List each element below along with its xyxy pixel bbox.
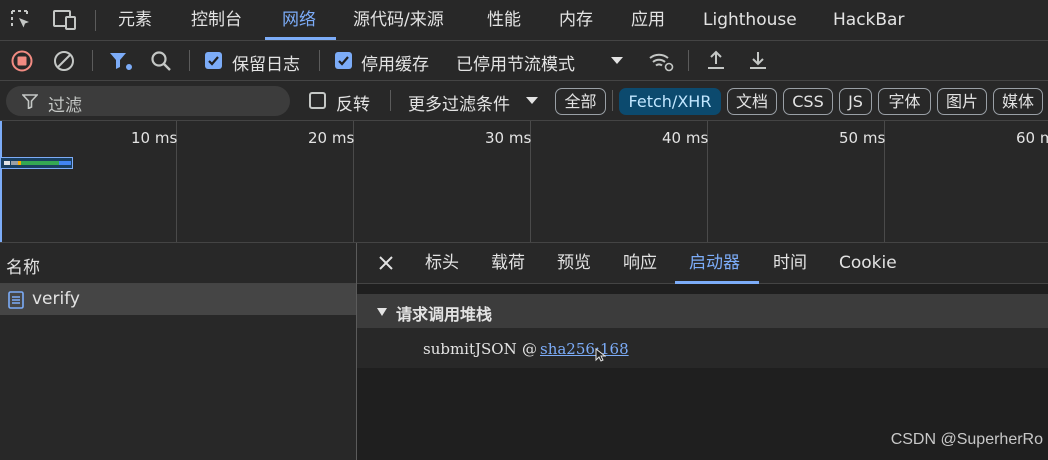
disable-cache-checkbox[interactable] [335, 52, 352, 69]
timeline-tick-label: 10 ms [131, 129, 178, 147]
more-filters-dropdown[interactable]: 更多过滤条件 [408, 90, 510, 115]
name-column-header[interactable]: 名称 [6, 253, 40, 278]
request-detail-pane: 标头 载荷 预览 响应 启动器 时间 Cookie 请求调用堆栈 submitJ… [357, 243, 1048, 460]
stack-at: @ [522, 340, 537, 358]
network-overview-timeline[interactable]: 10 ms 20 ms 30 ms 40 ms 50 ms 60 ms [0, 121, 1048, 242]
tab-performance[interactable]: 性能 [487, 0, 521, 40]
filter-bar: 过滤 反转 更多过滤条件 全部 Fetch/XHR 文档 CSS JS 字体 图… [0, 81, 1048, 121]
inspect-element-icon[interactable] [10, 9, 32, 31]
clear-icon[interactable] [53, 50, 75, 72]
toolbar-separator [319, 50, 320, 71]
timeline-request-bar [0, 157, 73, 169]
tab-network[interactable]: 网络 [282, 0, 316, 40]
timeline-tick-label: 20 ms [308, 129, 355, 147]
tab-console[interactable]: 控制台 [191, 0, 242, 40]
stack-source-link[interactable]: sha256:168 [540, 340, 629, 358]
devtools-main-tabbar: 元素 控制台 网络 源代码/来源 性能 内存 应用 Lighthouse Hac… [0, 0, 1048, 40]
toolbar-separator [189, 50, 190, 71]
document-icon [8, 291, 24, 309]
preserve-log-label: 保留日志 [232, 55, 300, 75]
request-list-pane: 名称 verify [0, 243, 356, 460]
export-har-icon[interactable] [747, 49, 769, 71]
bar-segment-waiting [21, 161, 59, 165]
bar-segment-stalled [11, 161, 18, 165]
chip-css[interactable]: CSS [783, 88, 833, 115]
disable-cache-label: 停用缓存 [361, 55, 429, 75]
toolbar-separator [92, 50, 93, 71]
filter-separator [612, 90, 613, 111]
watermark: CSDN @SuperherRo [890, 431, 1043, 448]
section-title: 请求调用堆栈 [396, 305, 493, 324]
tab-sources[interactable]: 源代码/来源 [353, 0, 444, 40]
record-stop-icon[interactable] [11, 50, 33, 72]
tab-headers[interactable]: 标头 [425, 243, 459, 283]
tab-cookies[interactable]: Cookie [839, 243, 897, 283]
filter-input[interactable]: 过滤 [6, 86, 290, 116]
search-icon[interactable] [150, 50, 172, 72]
filter-separator [390, 90, 391, 111]
bar-segment-queue [4, 161, 10, 165]
close-icon[interactable] [378, 255, 394, 271]
chip-doc[interactable]: 文档 [727, 88, 777, 115]
filter-funnel-icon [22, 94, 38, 109]
tab-timing[interactable]: 时间 [773, 243, 807, 283]
tab-separator [95, 10, 96, 31]
chip-fetch-xhr[interactable]: Fetch/XHR [619, 88, 721, 115]
tab-hackbar[interactable]: HackBar [833, 0, 904, 40]
tab-memory[interactable]: 内存 [559, 0, 593, 40]
timeline-tick-label: 40 ms [662, 129, 709, 147]
call-stack-section-header[interactable]: 请求调用堆栈 [357, 294, 1048, 328]
device-toolbar-icon[interactable] [53, 9, 77, 31]
stack-function: submitJSON [423, 340, 517, 358]
tab-preview[interactable]: 预览 [557, 243, 591, 283]
timeline-tick-label: 60 ms [1016, 129, 1048, 147]
tab-elements[interactable]: 元素 [118, 0, 152, 40]
tab-application[interactable]: 应用 [631, 0, 665, 40]
filter-placeholder: 过滤 [48, 96, 82, 116]
tab-payload[interactable]: 载荷 [491, 243, 525, 283]
triangle-down-icon [377, 308, 387, 316]
timeline-tick-label: 30 ms [485, 129, 532, 147]
request-name: verify [32, 289, 80, 309]
caret-down-icon[interactable] [611, 57, 623, 65]
chip-font[interactable]: 字体 [878, 88, 931, 115]
detail-tabbar: 标头 载荷 预览 响应 启动器 时间 Cookie [357, 243, 1048, 284]
caret-down-icon[interactable] [526, 97, 538, 105]
import-har-icon[interactable] [705, 49, 727, 71]
active-tab-indicator [675, 281, 759, 284]
timeline-selection-handle[interactable] [0, 121, 4, 242]
toolbar-separator [688, 50, 689, 71]
request-row-verify[interactable]: verify [0, 284, 356, 315]
invert-label: 反转 [336, 95, 370, 115]
stack-frame-row: submitJSON @ sha256:168 [357, 328, 1048, 368]
chip-media[interactable]: 媒体 [993, 88, 1043, 115]
tab-lighthouse[interactable]: Lighthouse [703, 0, 797, 40]
tab-initiator[interactable]: 启动器 [689, 243, 740, 283]
network-toolbar: 保留日志 停用缓存 已停用节流模式 [0, 41, 1048, 80]
bar-segment-download [59, 161, 71, 165]
preserve-log-checkbox[interactable] [205, 52, 222, 69]
throttling-select[interactable]: 已停用节流模式 [456, 50, 575, 75]
tab-response[interactable]: 响应 [623, 243, 657, 283]
mouse-cursor-icon [595, 348, 606, 362]
chip-js[interactable]: JS [839, 88, 872, 115]
filter-icon[interactable] [108, 50, 134, 72]
invert-checkbox[interactable] [309, 92, 326, 109]
network-conditions-icon[interactable] [648, 50, 674, 72]
chip-img[interactable]: 图片 [937, 88, 987, 115]
chip-all[interactable]: 全部 [555, 88, 606, 115]
timeline-tick-label: 50 ms [839, 129, 886, 147]
